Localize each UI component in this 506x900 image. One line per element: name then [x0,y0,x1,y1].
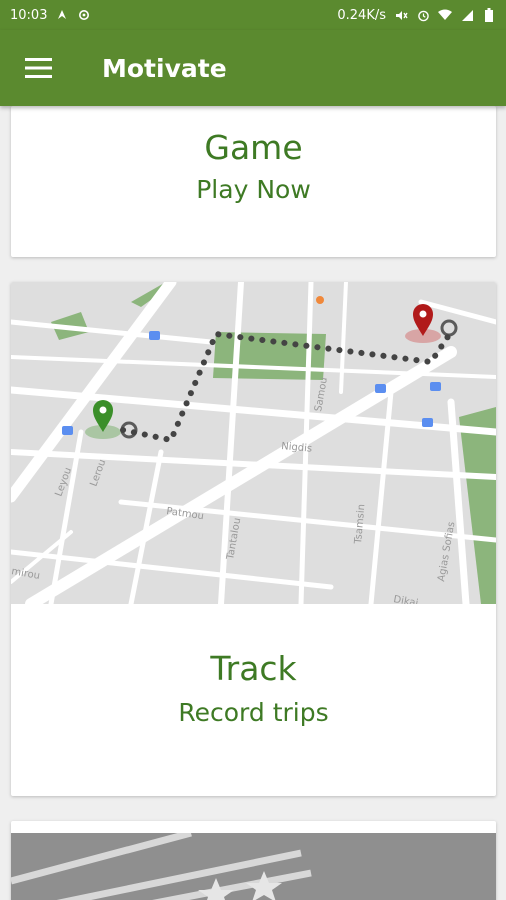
wifi-icon [438,8,452,22]
app-title: Motivate [102,53,227,83]
main-content: Game Play Now Leyou Lerou Patmou Tantalo… [0,106,506,900]
game-card-subtitle: Play Now [196,175,311,204]
network-speed: 0.24K/s [337,7,386,23]
status-bar-left: 10:03 [10,8,91,23]
game-card-title: Game [204,128,303,167]
track-card-subtitle: Record trips [178,698,329,727]
status-bar: 10:03 0.24K/s [0,0,506,30]
third-card[interactable] [11,821,496,900]
navigation-icon [55,8,69,22]
app-bar: Motivate [0,30,506,106]
alarm-icon [416,8,430,22]
hamburger-menu-icon[interactable] [0,30,80,106]
status-time: 10:03 [10,7,48,23]
signal-icon [460,8,474,22]
battery-icon [482,8,496,22]
sync-icon [77,8,91,22]
mute-icon [394,8,408,22]
game-card[interactable]: Game Play Now [11,106,496,257]
road-stars-illustration [11,833,496,900]
map-route-illustration: Leyou Lerou Patmou Tantalou Nigdis Tsams… [11,282,496,604]
track-card-title: Track [210,649,297,688]
track-card[interactable]: Leyou Lerou Patmou Tantalou Nigdis Tsams… [11,282,496,796]
status-bar-right: 0.24K/s [337,8,496,23]
